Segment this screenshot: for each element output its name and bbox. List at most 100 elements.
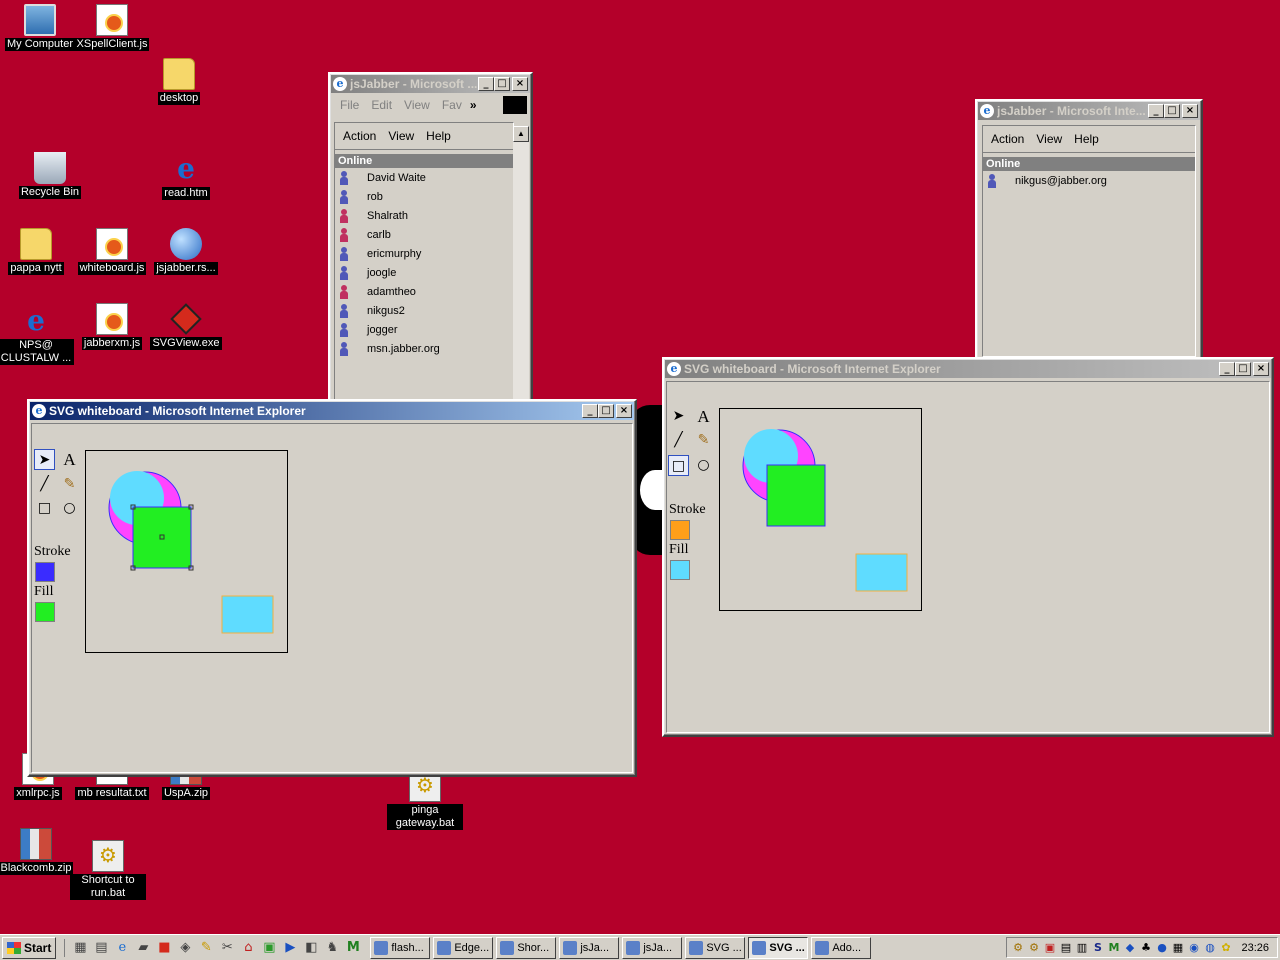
app-icon[interactable]: ▣ bbox=[260, 939, 278, 957]
tray-app-icon[interactable]: ◆ bbox=[1123, 941, 1137, 955]
desktop-icon-shortcut-run-bat[interactable]: Shortcut to run.bat bbox=[70, 840, 146, 900]
desktop-icon-nps-clustalw[interactable]: e NPS@ CLUSTALW ... bbox=[0, 305, 74, 365]
tray-app-icon[interactable]: ▤ bbox=[1059, 941, 1073, 955]
desktop-icon-whiteboard-js[interactable]: whiteboard.js bbox=[74, 228, 150, 275]
contact-row[interactable]: adamtheo bbox=[335, 282, 513, 301]
close-button[interactable]: × bbox=[1253, 362, 1269, 376]
gear-icon[interactable]: ⚙ bbox=[1027, 941, 1041, 955]
menu-action[interactable]: Action bbox=[339, 129, 380, 143]
tray-app-icon[interactable]: ◍ bbox=[1203, 941, 1217, 955]
maximize-button[interactable]: □ bbox=[494, 77, 510, 91]
fill-color-swatch[interactable] bbox=[670, 560, 690, 580]
close-button[interactable]: × bbox=[616, 404, 632, 418]
tray-app-icon[interactable]: ● bbox=[1155, 941, 1169, 955]
menu-edit[interactable]: Edit bbox=[367, 98, 396, 112]
window-titlebar[interactable]: e jsJabber - Microsoft ... _ □ × bbox=[331, 75, 530, 93]
contact-row[interactable]: Shalrath bbox=[335, 206, 513, 225]
network-icon[interactable]: ▥ bbox=[1075, 941, 1089, 955]
app-icon[interactable]: ◧ bbox=[302, 939, 320, 957]
contact-row[interactable]: carlb bbox=[335, 225, 513, 244]
menu-view[interactable]: View bbox=[400, 98, 434, 112]
gear-icon[interactable]: ⚙ bbox=[1011, 941, 1025, 955]
taskbar-task-button[interactable]: Edge... bbox=[433, 936, 494, 959]
menu-favorites[interactable]: Fav bbox=[438, 98, 466, 112]
desktop-icon-jsjabber-rss[interactable]: jsjabber.rs... bbox=[148, 228, 224, 275]
explorer-icon[interactable]: ▤ bbox=[92, 939, 110, 957]
cyan-rectangle[interactable] bbox=[221, 595, 274, 634]
rectangle-tool-icon[interactable]: □ bbox=[668, 455, 689, 476]
app-icon[interactable]: M bbox=[344, 939, 362, 957]
internet-explorer-icon[interactable]: e bbox=[113, 939, 131, 957]
desktop-icon-pappa-nytt[interactable]: pappa nytt bbox=[0, 228, 74, 275]
menu-help[interactable]: Help bbox=[422, 129, 455, 143]
contact-row[interactable]: nikgus2 bbox=[335, 301, 513, 320]
stroke-color-swatch[interactable] bbox=[35, 562, 55, 582]
taskbar-task-button[interactable]: jsJa... bbox=[559, 936, 620, 959]
show-desktop-icon[interactable]: ▦ bbox=[71, 939, 89, 957]
tray-app-icon[interactable]: ▦ bbox=[1171, 941, 1185, 955]
desktop-icon-desktop-folder[interactable]: desktop bbox=[141, 58, 217, 105]
stroke-color-swatch[interactable] bbox=[670, 520, 690, 540]
minimize-button[interactable]: _ bbox=[478, 77, 494, 91]
green-rectangle[interactable] bbox=[132, 506, 192, 569]
taskbar-task-button[interactable]: Ado... bbox=[811, 936, 872, 959]
window-titlebar[interactable]: e SVG whiteboard - Microsoft Internet Ex… bbox=[30, 402, 634, 420]
desktop-icon-read-htm[interactable]: e read.htm bbox=[148, 153, 224, 200]
taskbar-task-button[interactable]: flash... bbox=[370, 936, 431, 959]
ellipse-tool-icon[interactable]: ○ bbox=[693, 455, 714, 476]
desktop-icon-my-computer[interactable]: My Computer bbox=[2, 4, 78, 51]
tray-app-icon[interactable]: ✿ bbox=[1219, 941, 1233, 955]
menu-file[interactable]: File bbox=[336, 98, 363, 112]
app-icon[interactable]: ◈ bbox=[176, 939, 194, 957]
contact-row[interactable]: David Waite bbox=[335, 168, 513, 187]
pencil-tool-icon[interactable]: ✎ bbox=[59, 474, 80, 495]
desktop-icon-jabberxm-js[interactable]: jabberxm.js bbox=[74, 303, 150, 350]
roster-group-header[interactable]: Online bbox=[335, 154, 513, 168]
pencil-tool-icon[interactable]: ✎ bbox=[693, 430, 714, 451]
roster-group-header[interactable]: Online bbox=[983, 157, 1195, 171]
text-tool-icon[interactable]: A bbox=[693, 406, 714, 427]
minimize-button[interactable]: _ bbox=[582, 404, 598, 418]
taskbar-task-button[interactable]: jsJa... bbox=[622, 936, 683, 959]
tray-app-icon[interactable]: ▣ bbox=[1043, 941, 1057, 955]
desktop-icon-pinga-gateway[interactable]: pinga gateway.bat bbox=[387, 770, 463, 830]
ellipse-tool-icon[interactable]: ○ bbox=[59, 498, 80, 519]
window-titlebar[interactable]: e jsJabber - Microsoft Inte... _ □ × bbox=[978, 102, 1200, 120]
menu-help[interactable]: Help bbox=[1070, 132, 1103, 146]
maximize-button[interactable]: □ bbox=[598, 404, 614, 418]
window-titlebar[interactable]: e SVG whiteboard - Microsoft Internet Ex… bbox=[665, 360, 1271, 378]
desktop-icon-svgview-exe[interactable]: SVGView.exe bbox=[148, 303, 224, 350]
maximize-button[interactable]: □ bbox=[1164, 104, 1180, 118]
pointer-tool-icon[interactable]: ➤ bbox=[34, 449, 55, 470]
green-rectangle[interactable] bbox=[766, 464, 826, 527]
media-icon[interactable]: ▶ bbox=[281, 939, 299, 957]
line-tool-icon[interactable]: ╱ bbox=[668, 430, 689, 451]
tray-app-icon[interactable]: M bbox=[1107, 941, 1121, 955]
minimize-button[interactable]: _ bbox=[1219, 362, 1235, 376]
line-tool-icon[interactable]: ╱ bbox=[34, 474, 55, 495]
rectangle-tool-icon[interactable]: □ bbox=[34, 498, 55, 519]
text-tool-icon[interactable]: A bbox=[59, 449, 80, 470]
contact-row[interactable]: msn.jabber.org bbox=[335, 339, 513, 358]
contact-row[interactable]: joogle bbox=[335, 263, 513, 282]
app-icon[interactable]: ■ bbox=[155, 939, 173, 957]
tray-app-icon[interactable]: ♣ bbox=[1139, 941, 1153, 955]
folder-icon[interactable]: ▰ bbox=[134, 939, 152, 957]
fill-color-swatch[interactable] bbox=[35, 602, 55, 622]
tray-app-icon[interactable]: S bbox=[1091, 941, 1105, 955]
app-icon[interactable]: ⌂ bbox=[239, 939, 257, 957]
pencil-icon[interactable]: ✎ bbox=[197, 939, 215, 957]
menu-view[interactable]: View bbox=[1032, 132, 1066, 146]
desktop-icon-blackcomb-zip[interactable]: Blackcomb.zip bbox=[0, 828, 74, 875]
drawing-canvas[interactable] bbox=[85, 450, 288, 653]
taskbar-task-button[interactable]: SVG ... bbox=[748, 936, 809, 959]
contact-row[interactable]: ericmurphy bbox=[335, 244, 513, 263]
taskbar-task-button[interactable]: SVG ... bbox=[685, 936, 746, 959]
clock[interactable]: 23:26 bbox=[1241, 942, 1269, 954]
tools-icon[interactable]: ✂ bbox=[218, 939, 236, 957]
desktop-icon-xspellclient[interactable]: XSpellClient.js bbox=[74, 4, 150, 51]
start-button[interactable]: Start bbox=[2, 936, 57, 959]
minimize-button[interactable]: _ bbox=[1148, 104, 1164, 118]
pointer-tool-icon[interactable]: ➤ bbox=[668, 406, 689, 427]
app-icon[interactable]: ♞ bbox=[323, 939, 341, 957]
